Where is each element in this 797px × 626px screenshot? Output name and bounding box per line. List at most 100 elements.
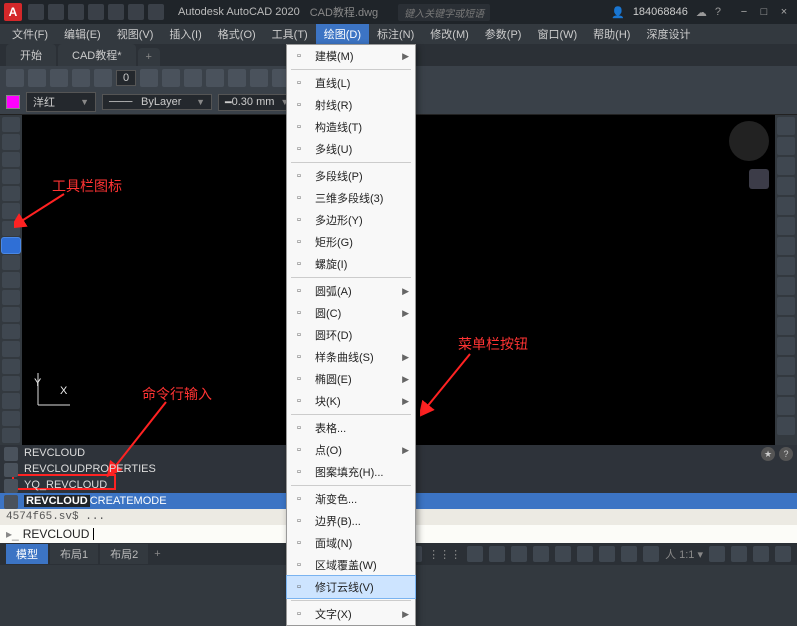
mod-stretch-icon[interactable] (777, 277, 795, 295)
ribbon-icon[interactable] (162, 69, 180, 87)
menu-item[interactable]: ▫构造线(T) (287, 116, 415, 138)
qat-save-icon[interactable] (68, 4, 84, 20)
mod-erase-icon[interactable] (777, 117, 795, 135)
mod-mirror-icon[interactable] (777, 157, 795, 175)
status-gear-icon[interactable] (709, 546, 725, 562)
status-transparency-icon[interactable] (599, 546, 615, 562)
tool-line-icon[interactable] (2, 117, 20, 132)
menu-item[interactable]: ▫螺旋(I) (287, 253, 415, 275)
ribbon-icon[interactable] (140, 69, 158, 87)
qat-saveas-icon[interactable] (88, 4, 104, 20)
tool-revcloud-icon[interactable] (2, 238, 20, 253)
tool-spline-icon[interactable] (2, 255, 20, 270)
menu-9[interactable]: 参数(P) (477, 24, 530, 44)
user-name[interactable]: 184068846 (633, 6, 688, 18)
status-otrack-icon[interactable] (555, 546, 571, 562)
menu-item[interactable]: ▫边界(B)... (287, 510, 415, 532)
status-ortho-icon[interactable] (489, 546, 505, 562)
tool-ellipsearc-icon[interactable] (2, 290, 20, 305)
tool-region-icon[interactable] (2, 393, 20, 408)
qat-redo-icon[interactable] (148, 4, 164, 20)
status-tab-layout1[interactable]: 布局1 (50, 544, 98, 564)
ribbon-icon[interactable] (250, 69, 268, 87)
mod-fillet-icon[interactable] (777, 397, 795, 415)
tool-table-icon[interactable] (2, 411, 20, 426)
menu-item[interactable]: ▫修订云线(V) (286, 575, 416, 599)
color-dropdown[interactable]: 洋红▼ (26, 92, 96, 112)
menu-item[interactable]: ▫射线(R) (287, 94, 415, 116)
menu-item[interactable]: ▫块(K)▶ (287, 390, 415, 412)
menu-3[interactable]: 插入(I) (161, 24, 209, 44)
tool-arc-icon[interactable] (2, 203, 20, 218)
menu-8[interactable]: 修改(M) (422, 24, 477, 44)
cloud-icon[interactable]: ☁ (696, 6, 707, 19)
ribbon-icon[interactable] (228, 69, 246, 87)
menu-11[interactable]: 帮助(H) (585, 24, 638, 44)
tool-polygon-icon[interactable] (2, 169, 20, 184)
menu-4[interactable]: 格式(O) (210, 24, 264, 44)
nav-wheel-icon[interactable] (749, 169, 769, 189)
ribbon-icon[interactable] (6, 69, 24, 87)
menu-item[interactable]: ▫多线(U) (287, 138, 415, 160)
status-anno-icon[interactable] (643, 546, 659, 562)
qat-new-icon[interactable] (28, 4, 44, 20)
tool-pline-icon[interactable] (2, 152, 20, 167)
mod-move-icon[interactable] (777, 217, 795, 235)
tool-ellipse-icon[interactable] (2, 272, 20, 287)
mod-extend-icon[interactable] (777, 317, 795, 335)
menu-2[interactable]: 视图(V) (109, 24, 162, 44)
qat-plot-icon[interactable] (108, 4, 124, 20)
tool-point-icon[interactable] (2, 341, 20, 356)
mod-join-icon[interactable] (777, 357, 795, 375)
mod-trim-icon[interactable] (777, 297, 795, 315)
tab-start[interactable]: 开始 (6, 44, 56, 66)
menu-item[interactable]: ▫圆(C)▶ (287, 302, 415, 324)
linetype-dropdown[interactable]: ─── ByLayer▼ (102, 94, 212, 110)
ribbon-icon[interactable] (50, 69, 68, 87)
tool-block-icon[interactable] (2, 324, 20, 339)
menu-item[interactable]: ▫椭圆(E)▶ (287, 368, 415, 390)
status-custom-icon[interactable] (775, 546, 791, 562)
menu-7[interactable]: 标注(N) (369, 24, 422, 44)
status-tab-model[interactable]: 模型 (6, 544, 48, 564)
status-tab-add[interactable]: + (154, 548, 160, 560)
status-lwt-icon[interactable] (577, 546, 593, 562)
menu-item[interactable]: ▫圆弧(A)▶ (287, 280, 415, 302)
status-osnap-icon[interactable] (533, 546, 549, 562)
menu-item[interactable]: ▫多边形(Y) (287, 209, 415, 231)
menu-1[interactable]: 编辑(E) (56, 24, 109, 44)
mod-copy-icon[interactable] (777, 137, 795, 155)
app-logo[interactable]: A (4, 3, 22, 21)
status-iso-icon[interactable] (731, 546, 747, 562)
status-clean-icon[interactable] (753, 546, 769, 562)
lineweight-dropdown[interactable]: ━ 0.30 mm▼ (218, 94, 296, 111)
tool-insert-icon[interactable] (2, 307, 20, 322)
menu-0[interactable]: 文件(F) (4, 24, 56, 44)
tool-circle-icon[interactable] (2, 221, 20, 236)
ribbon-icon[interactable] (206, 69, 224, 87)
ribbon-icon[interactable] (94, 69, 112, 87)
maximize-button[interactable]: □ (755, 5, 773, 19)
menu-item[interactable]: ▫点(O)▶ (287, 439, 415, 461)
search-input[interactable]: 键入关键字或短语 (398, 4, 490, 21)
help-icon[interactable]: ? (779, 447, 793, 461)
mod-break-icon[interactable] (777, 337, 795, 355)
menu-item[interactable]: ▫矩形(G) (287, 231, 415, 253)
menu-item[interactable]: ▫建模(M)▶ (287, 45, 415, 67)
menu-5[interactable]: 工具(T) (264, 24, 316, 44)
mod-explode-icon[interactable] (777, 417, 795, 435)
menu-12[interactable]: 深度设计 (638, 24, 698, 44)
menu-item[interactable]: ▫图案填充(H)... (287, 461, 415, 483)
menu-item[interactable]: ▫表格... (287, 417, 415, 439)
minimize-button[interactable]: − (735, 5, 753, 19)
menu-item[interactable]: ▫多段线(P) (287, 165, 415, 187)
tool-gradient-icon[interactable] (2, 376, 20, 391)
tool-text-icon[interactable] (2, 428, 20, 443)
menu-item[interactable]: ▫三维多段线(3) (287, 187, 415, 209)
user-icon[interactable]: 👤 (611, 6, 625, 19)
status-tab-layout2[interactable]: 布局2 (100, 544, 148, 564)
color-swatch[interactable] (6, 95, 20, 109)
qat-undo-icon[interactable] (128, 4, 144, 20)
help-icon[interactable]: ? (715, 6, 721, 18)
tool-rect-icon[interactable] (2, 186, 20, 201)
